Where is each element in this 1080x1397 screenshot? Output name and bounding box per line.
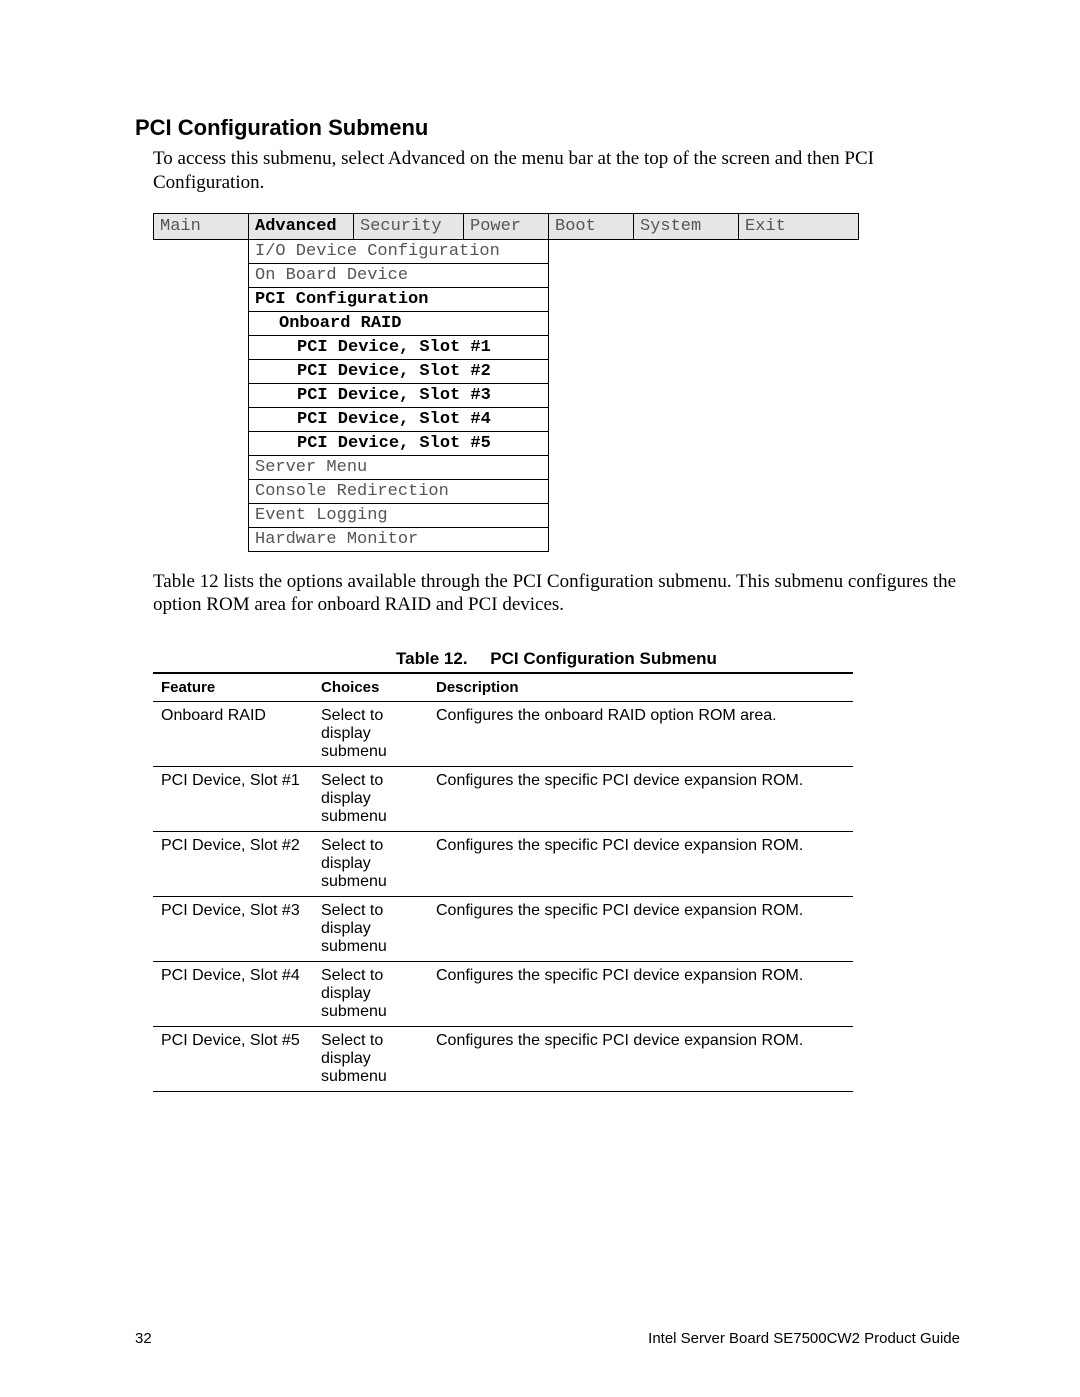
bios-tab-boot[interactable]: Boot xyxy=(549,213,634,239)
bios-tab-security[interactable]: Security xyxy=(354,213,464,239)
table-row: Onboard RAIDSelect to display submenuCon… xyxy=(153,702,853,767)
bios-menu: MainAdvancedSecurityPowerBootSystemExit I… xyxy=(153,213,960,552)
section-heading: PCI Configuration Submenu xyxy=(135,115,960,141)
cell-choices: Select to display submenu xyxy=(313,832,428,897)
bios-item[interactable]: Onboard RAID xyxy=(249,311,549,335)
cell-choices: Select to display submenu xyxy=(313,897,428,962)
cell-feature: Onboard RAID xyxy=(153,702,313,767)
cell-choices: Select to display submenu xyxy=(313,962,428,1027)
bios-item[interactable]: PCI Device, Slot #3 xyxy=(249,383,549,407)
cell-description: Configures the specific PCI device expan… xyxy=(428,897,853,962)
page-footer: 32 Intel Server Board SE7500CW2 Product … xyxy=(135,1330,960,1347)
col-choices: Choices xyxy=(313,673,428,702)
bios-item[interactable]: PCI Device, Slot #4 xyxy=(249,407,549,431)
bios-item[interactable]: Server Menu xyxy=(249,455,549,479)
table-number: Table 12. xyxy=(396,649,468,668)
table-row: PCI Device, Slot #5Select to display sub… xyxy=(153,1027,853,1092)
cell-choices: Select to display submenu xyxy=(313,767,428,832)
table-row: PCI Device, Slot #3Select to display sub… xyxy=(153,897,853,962)
col-description: Description xyxy=(428,673,853,702)
cell-feature: PCI Device, Slot #3 xyxy=(153,897,313,962)
intro-paragraph: To access this submenu, select Advanced … xyxy=(153,147,960,195)
feature-table: Feature Choices Description Onboard RAID… xyxy=(153,672,853,1092)
bios-tab-main[interactable]: Main xyxy=(154,213,249,239)
cell-feature: PCI Device, Slot #2 xyxy=(153,832,313,897)
cell-description: Configures the onboard RAID option ROM a… xyxy=(428,702,853,767)
page-number: 32 xyxy=(135,1330,152,1347)
cell-feature: PCI Device, Slot #5 xyxy=(153,1027,313,1092)
cell-feature: PCI Device, Slot #4 xyxy=(153,962,313,1027)
bios-tab-exit[interactable]: Exit xyxy=(739,213,859,239)
bios-item[interactable]: PCI Device, Slot #1 xyxy=(249,335,549,359)
cell-description: Configures the specific PCI device expan… xyxy=(428,767,853,832)
table-row: PCI Device, Slot #2Select to display sub… xyxy=(153,832,853,897)
table-header-row: Feature Choices Description xyxy=(153,673,853,702)
table-title: PCI Configuration Submenu xyxy=(490,649,717,668)
bios-item[interactable]: Hardware Monitor xyxy=(249,527,549,551)
cell-description: Configures the specific PCI device expan… xyxy=(428,962,853,1027)
cell-description: Configures the specific PCI device expan… xyxy=(428,1027,853,1092)
table-caption: Table 12. PCI Configuration Submenu xyxy=(153,649,960,669)
cell-choices: Select to display submenu xyxy=(313,1027,428,1092)
description-paragraph: Table 12 lists the options available thr… xyxy=(153,570,960,618)
bios-tab-system[interactable]: System xyxy=(634,213,739,239)
bios-item[interactable]: PCI Device, Slot #5 xyxy=(249,431,549,455)
bios-item[interactable]: Event Logging xyxy=(249,503,549,527)
cell-feature: PCI Device, Slot #1 xyxy=(153,767,313,832)
footer-title: Intel Server Board SE7500CW2 Product Gui… xyxy=(648,1330,960,1347)
cell-choices: Select to display submenu xyxy=(313,702,428,767)
bios-item[interactable]: Console Redirection xyxy=(249,479,549,503)
table-row: PCI Device, Slot #1Select to display sub… xyxy=(153,767,853,832)
bios-item[interactable]: PCI Device, Slot #2 xyxy=(249,359,549,383)
bios-item[interactable]: PCI Configuration xyxy=(249,287,549,311)
bios-tab-advanced[interactable]: Advanced xyxy=(249,213,354,239)
bios-item[interactable]: I/O Device Configuration xyxy=(249,239,549,263)
col-feature: Feature xyxy=(153,673,313,702)
bios-item[interactable]: On Board Device xyxy=(249,263,549,287)
bios-tab-power[interactable]: Power xyxy=(464,213,549,239)
table-row: PCI Device, Slot #4Select to display sub… xyxy=(153,962,853,1027)
cell-description: Configures the specific PCI device expan… xyxy=(428,832,853,897)
